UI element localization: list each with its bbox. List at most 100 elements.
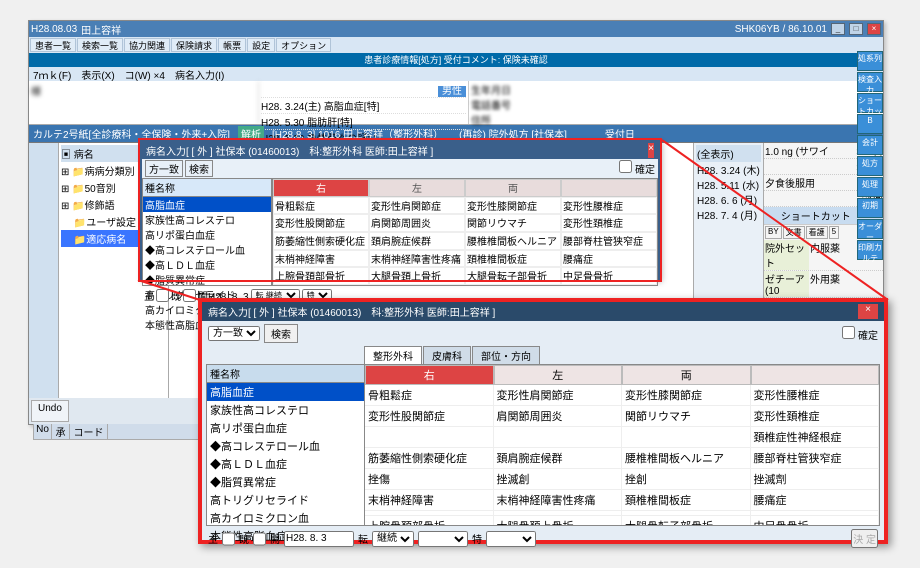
tab-derm[interactable]: 皮膚科: [423, 346, 471, 364]
grid-cell[interactable]: 腰部脊柱管狭窄症: [751, 448, 880, 468]
undo-button[interactable]: Undo: [31, 400, 69, 422]
confirm-checkbox[interactable]: 確定: [842, 326, 878, 342]
list-item[interactable]: 高カイロミクロン血: [207, 509, 364, 527]
log-date[interactable]: H28. 6. 6 (月): [696, 192, 761, 207]
grid-cell[interactable]: 大腿骨頚上骨折: [494, 516, 623, 525]
grid-cell[interactable]: 骨粗鬆症: [365, 385, 494, 405]
tab-ortho[interactable]: 整形外科: [364, 346, 422, 364]
disease-grid: 右 左 両 骨粗鬆症変形性肩関節症変形性膝関節症変形性腰椎症変形性股関節症肩関節…: [365, 365, 879, 525]
menu-reports[interactable]: 帳票: [218, 38, 246, 52]
grid-cell[interactable]: 大腿骨転子部骨折: [622, 516, 751, 525]
start-date-input[interactable]: [284, 531, 354, 547]
menu-insurance[interactable]: 保険請求: [171, 38, 217, 52]
log-header: (全表示): [696, 145, 761, 162]
side-btn[interactable]: オーダー: [857, 219, 883, 239]
title-sys: SHK06YB / 86.10.01: [735, 24, 827, 35]
submit-button[interactable]: 決 定: [851, 529, 878, 548]
grid-cell[interactable]: [622, 511, 751, 515]
side-btn[interactable]: B: [857, 114, 883, 134]
list-item[interactable]: ◆脂質異常症: [207, 473, 364, 491]
tab-site[interactable]: 部位・方向: [472, 346, 540, 364]
log-date[interactable]: H28. 5.11 (水): [696, 177, 761, 192]
col-blank: [751, 365, 880, 385]
grid-cell[interactable]: 中足骨骨折: [751, 516, 880, 525]
grid-cell[interactable]: 挫滅創: [494, 469, 623, 489]
outcome-select[interactable]: 継続: [372, 531, 414, 547]
close-button[interactable]: ×: [867, 23, 881, 35]
list-item[interactable]: 高トリグリセライド: [207, 491, 364, 509]
side-btn[interactable]: 処理: [857, 177, 883, 197]
side-btn[interactable]: 処方: [857, 156, 883, 176]
existing-checkbox[interactable]: [253, 531, 266, 547]
grid-cell[interactable]: 変形性腰椎症: [751, 385, 880, 405]
grid-cell[interactable]: [494, 427, 623, 447]
log-date[interactable]: H28. 7. 4 (月): [696, 207, 761, 222]
outcome-blank-select[interactable]: [418, 531, 468, 547]
grid-cell[interactable]: 挫傷: [365, 469, 494, 489]
grid-cell[interactable]: 挫滅劑: [751, 469, 880, 489]
search-button[interactable]: 検索: [264, 324, 298, 343]
left-rail: [29, 143, 59, 423]
grid-cell[interactable]: 頚椎椎間板症: [622, 490, 751, 510]
grid-cell[interactable]: 筋萎縮性側索硬化症: [365, 448, 494, 468]
grid-cell[interactable]: 腰痛症: [751, 490, 880, 510]
maximize-button[interactable]: □: [849, 23, 863, 35]
main-checkbox[interactable]: [222, 531, 235, 547]
grid-cell[interactable]: [494, 511, 623, 515]
grid-cell[interactable]: 変形性肩関節症: [494, 385, 623, 405]
list-item[interactable]: 家族性高コレステロ: [207, 401, 364, 419]
popup-close-icon[interactable]: ×: [648, 143, 654, 158]
grid-cell[interactable]: 末梢神経障害性疼痛: [494, 490, 623, 510]
disease-grid-small[interactable]: 右左両 骨粗鬆症変形性肩関節症変形性膝関節症変形性腰椎症 変形性股関節症肩関節周…: [272, 178, 658, 286]
col-left[interactable]: 左: [494, 365, 623, 385]
grid-cell[interactable]: 頚椎症性神経根症: [751, 427, 880, 447]
grid-cell[interactable]: [365, 427, 494, 447]
grid-cell[interactable]: 変形性膝関節症: [622, 385, 751, 405]
col-right[interactable]: 右: [365, 365, 494, 385]
side-btn[interactable]: 初期: [857, 198, 883, 218]
menu-settings[interactable]: 設定: [247, 38, 275, 52]
grid-cell[interactable]: [751, 511, 880, 515]
log-date[interactable]: H28. 3.24 (木): [696, 162, 761, 177]
grid-cell[interactable]: 挫創: [622, 469, 751, 489]
grid-cell[interactable]: 腰椎椎間板ヘルニア: [622, 448, 751, 468]
side-btn[interactable]: 会計: [857, 135, 883, 155]
special-select[interactable]: [486, 531, 536, 547]
dept-tabs: 整形外科 皮膚科 部位・方向: [360, 346, 544, 364]
title-date: H28.08.03: [31, 24, 77, 35]
shortcut-item[interactable]: ゼチーア(10外用薬: [764, 271, 883, 298]
side-btn[interactable]: 印刷カルテ: [857, 240, 883, 260]
grid-cell[interactable]: 変形性頚椎症: [751, 406, 880, 426]
list-header: 種名称: [207, 365, 364, 383]
main-menu: 患者一覧 検索一覧 協力関連 保険請求 帳票 設定 オプション: [29, 37, 883, 53]
list-item[interactable]: 高脂血症: [207, 383, 364, 401]
grid-cell[interactable]: 頚肩腕症候群: [494, 448, 623, 468]
search-mode-select[interactable]: 方一致: [208, 326, 260, 341]
grid-cell[interactable]: 末梢神経障害: [365, 490, 494, 510]
disease-list[interactable]: 種名称 高脂血症 家族性高コレステロ 高リポ蛋白血症 ◆高コレステロール血 ◆高…: [207, 365, 365, 525]
patient-info-area: 生年月日 電話番号 住所: [469, 81, 883, 124]
grid-cell[interactable]: [622, 427, 751, 447]
karte-tab-label[interactable]: カルテ2号紙[全診療科・全保険・外来+入院]: [33, 126, 230, 141]
col-both[interactable]: 両: [622, 365, 751, 385]
menu-patients[interactable]: 患者一覧: [30, 38, 76, 52]
menu-options[interactable]: オプション: [276, 38, 331, 52]
grid-cell[interactable]: 上腕骨頚部骨折: [365, 516, 494, 525]
side-btn[interactable]: ショートカット: [857, 93, 883, 113]
toolbar-row: 7ｍｋ(F) 表示(X) コ(W) ×4 病名入力(I): [29, 67, 883, 81]
karte-mode[interactable]: 解析: [238, 126, 264, 141]
grid-cell[interactable]: 関節リウマチ: [622, 406, 751, 426]
grid-cell[interactable]: 肩関節周囲炎: [494, 406, 623, 426]
menu-search[interactable]: 検索一覧: [77, 38, 123, 52]
list-item[interactable]: ◆高ＬＤＬ血症: [207, 455, 364, 473]
side-btn[interactable]: 処系列: [857, 51, 883, 71]
disease-list-small[interactable]: 種名称 高脂血症 家族性高コレステロ 高リポ蛋白血症 ◆高コレステロール血 ◆高…: [142, 178, 272, 286]
list-item[interactable]: 高リポ蛋白血症: [207, 419, 364, 437]
grid-cell[interactable]: 変形性股関節症: [365, 406, 494, 426]
minimize-button[interactable]: _: [831, 23, 845, 35]
grid-cell[interactable]: [365, 511, 494, 515]
list-item[interactable]: ◆高コレステロール血: [207, 437, 364, 455]
menu-coop[interactable]: 協力関連: [124, 38, 170, 52]
side-btn[interactable]: 検査入力: [857, 72, 883, 92]
zoom-close-icon[interactable]: ×: [858, 304, 878, 319]
